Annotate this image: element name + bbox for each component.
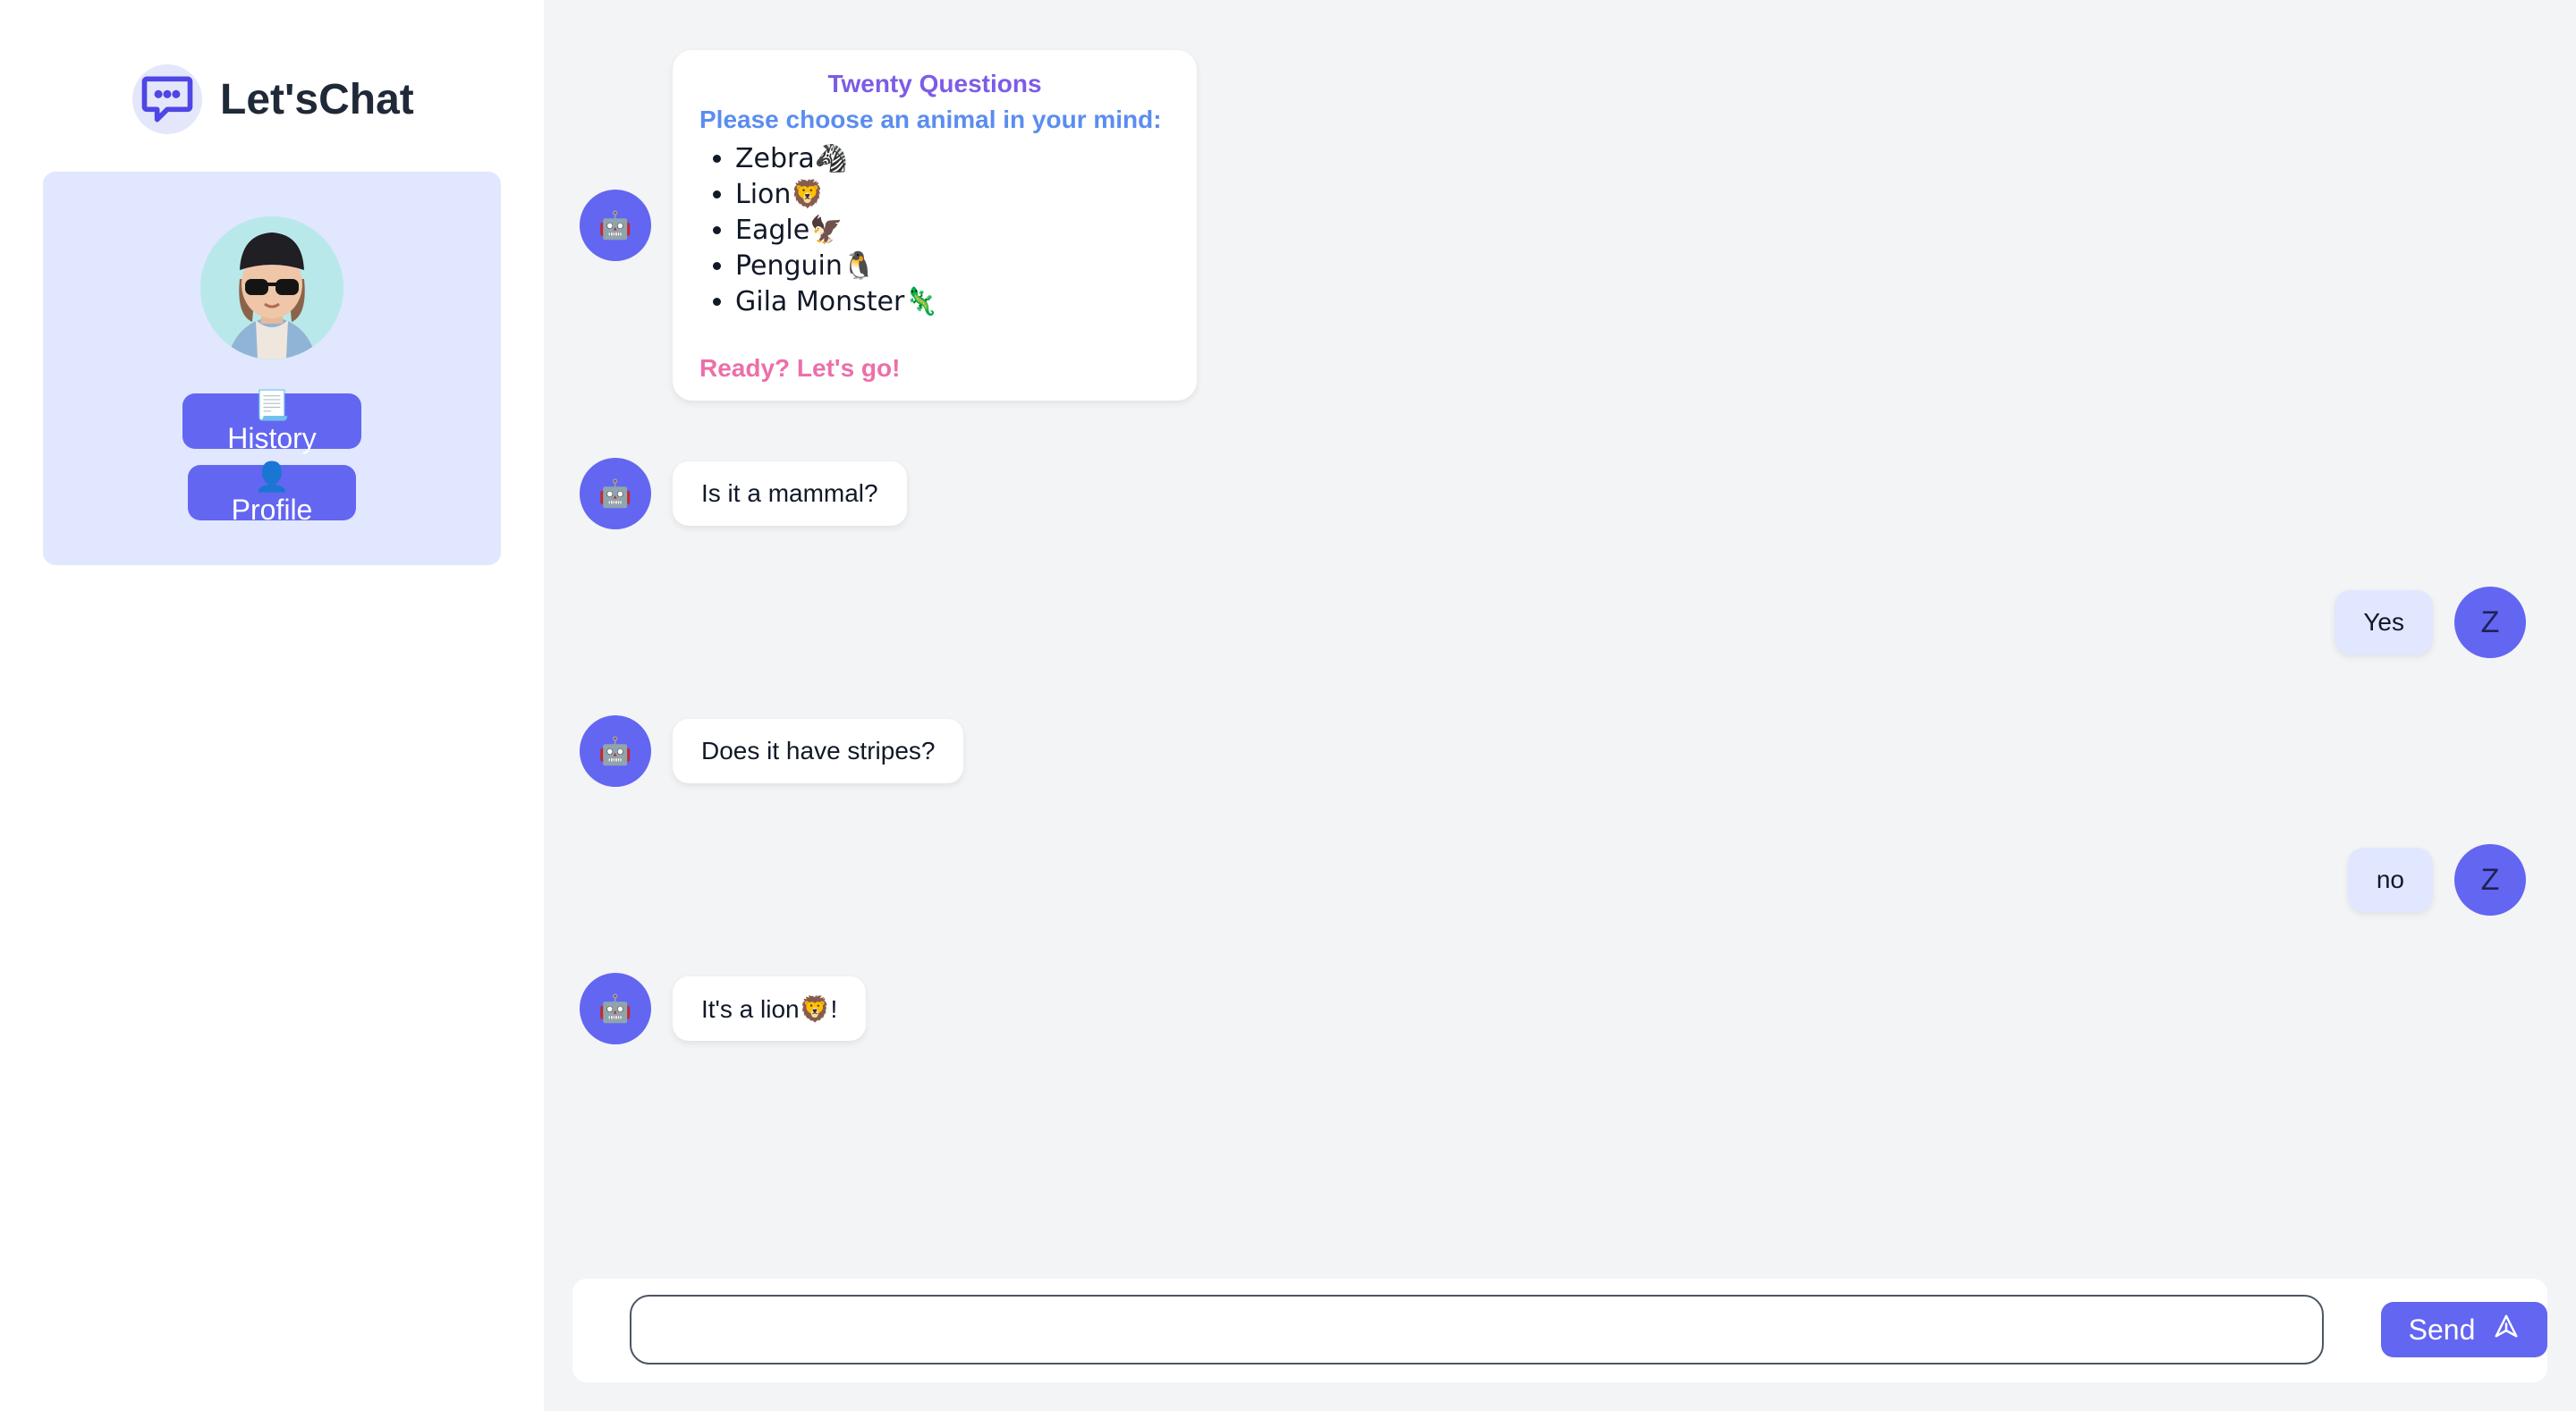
robot-icon: 🤖 <box>598 210 632 241</box>
user-message: Yes <box>2334 590 2433 655</box>
user-avatar: Z <box>2454 844 2526 916</box>
app: Let'sChat 📃History 👤Profile 🤖 Twenty Que… <box>0 0 2576 1411</box>
robot-icon: 🤖 <box>598 993 632 1024</box>
chat-panel: 🤖 Twenty Questions Please choose an anim… <box>544 0 2576 1411</box>
chat-bubble-icon <box>132 64 202 134</box>
bot-avatar: 🤖 <box>580 458 651 529</box>
user-message: no <box>2347 848 2433 912</box>
animal-list: Zebra🦓 Lion🦁 Eagle🦅 Penguin🐧 Gila Monste… <box>699 141 1170 320</box>
message-input[interactable] <box>630 1295 2324 1365</box>
profile-button[interactable]: 👤Profile <box>188 460 356 526</box>
brand-name: Let'sChat <box>220 75 414 123</box>
send-icon <box>2493 1313 2520 1347</box>
intro-title: Twenty Questions <box>827 70 1042 97</box>
intro-message: Twenty Questions Please choose an animal… <box>673 50 1197 401</box>
send-label: Send <box>2408 1313 2476 1346</box>
list-item: Penguin🐧 <box>735 249 1170 284</box>
robot-icon: 🤖 <box>598 478 632 509</box>
bot-message: It's a lion🦁! <box>673 976 867 1041</box>
intro-ready: Ready? Let's go! <box>699 354 901 382</box>
user-avatar-large[interactable] <box>200 216 343 359</box>
bot-avatar: 🤖 <box>580 190 651 261</box>
sidebar: Let'sChat 📃History 👤Profile <box>0 0 544 1411</box>
bot-message: Does it have stripes? <box>673 719 964 783</box>
list-item: Gila Monster🦎 <box>735 284 1170 320</box>
bot-message: Is it a mammal? <box>673 461 907 526</box>
robot-icon: 🤖 <box>598 736 632 766</box>
brand: Let'sChat <box>132 64 414 134</box>
bot-avatar: 🤖 <box>580 973 651 1044</box>
user-card: 📃History 👤Profile <box>43 172 501 565</box>
list-item: Eagle🦅 <box>735 213 1170 249</box>
send-button[interactable]: Send <box>2381 1302 2547 1357</box>
history-button[interactable]: 📃History <box>182 389 361 454</box>
list-item: Lion🦁 <box>735 177 1170 213</box>
list-item: Zebra🦓 <box>735 141 1170 177</box>
intro-subtitle: Please choose an animal in your mind: <box>699 106 1162 133</box>
composer: Send <box>572 1279 2547 1382</box>
bot-avatar: 🤖 <box>580 715 651 787</box>
user-avatar: Z <box>2454 587 2526 658</box>
